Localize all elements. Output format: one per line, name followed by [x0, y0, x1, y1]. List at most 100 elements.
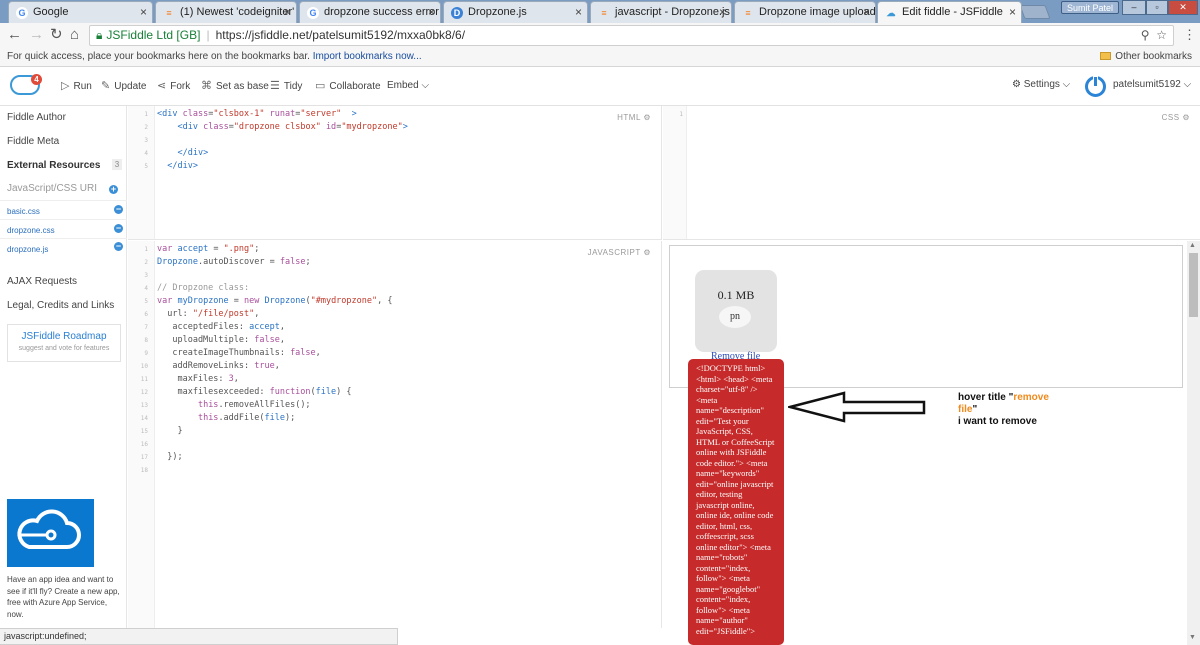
annotation-suffix: " — [972, 404, 978, 415]
scrollbar-thumb[interactable] — [1189, 253, 1198, 317]
set-as-base-button[interactable]: ⌘ Set as base — [201, 79, 269, 94]
code-line: var accept = ".png"; — [157, 244, 260, 254]
scroll-up-icon[interactable]: ▲ — [1189, 242, 1196, 249]
scroll-down-icon[interactable]: ▼ — [1189, 634, 1196, 641]
close-icon[interactable]: × — [140, 2, 147, 23]
run-button[interactable]: ▷ Run — [61, 79, 92, 94]
address-bar[interactable]: 🔒︎ JSFiddle Ltd [GB] | https://jsfiddle.net… — [89, 25, 1174, 46]
minimize-button[interactable]: – — [1122, 0, 1146, 15]
tidy-label: Tidy — [283, 81, 303, 92]
code-line: this.addFile(file); — [197, 413, 296, 423]
window-close-button[interactable]: ✕ — [1168, 0, 1198, 15]
tab-title: (1) Newest 'codeigniter' Q — [180, 6, 297, 18]
browser-tab-active[interactable]: ☁ Edit fiddle - JSFiddle × — [877, 1, 1022, 23]
embed-button[interactable]: Embed ⌵ — [387, 79, 429, 93]
close-icon[interactable]: × — [863, 2, 870, 23]
add-resource-icon[interactable]: + — [109, 185, 118, 194]
settings-button[interactable]: ⚙ Settings ⌵ — [1012, 79, 1070, 90]
embed-label: Embed — [387, 80, 419, 91]
close-icon[interactable]: × — [284, 2, 291, 23]
resource-count-badge: 3 — [112, 159, 122, 170]
gear-icon[interactable]: ⚙ — [643, 248, 651, 257]
close-icon[interactable]: × — [1009, 2, 1016, 23]
user-menu[interactable]: patelsumit5192 ⌵ — [1113, 79, 1191, 90]
browser-tab[interactable]: ≡ (1) Newest 'codeigniter' Q × — [155, 1, 297, 23]
js-panel-label[interactable]: JAVASCRIPT ⚙ — [588, 248, 651, 257]
profile-button[interactable]: Sumit Patel — [1061, 1, 1120, 14]
bookmark-star-icon[interactable]: ☆ — [1156, 28, 1167, 42]
remove-resource-icon[interactable]: − — [114, 205, 123, 214]
browser-tab[interactable]: ≡ javascript - Dropzone.js × — [590, 1, 732, 23]
line-gutter: 1 — [663, 106, 687, 239]
code-line: </div> — [167, 161, 198, 171]
gear-icon[interactable]: ⚙ — [643, 113, 651, 122]
javascript-panel[interactable]: 1 2 3 4 5 6 7 8 9 10 11 12 13 14 15 16 17 18 var accept =… — [128, 241, 662, 628]
close-icon[interactable]: × — [428, 2, 435, 23]
code-line: var myDropzone = new Dropzone("#mydropzo… — [157, 296, 393, 306]
url-text: https://jsfiddle.net/patelsumit5192/mxxa… — [215, 28, 466, 42]
maximize-button[interactable]: ▫ — [1146, 0, 1168, 15]
sidebar-item-ajax[interactable]: AJAX Requests — [7, 276, 77, 287]
separator: | — [206, 28, 210, 42]
update-button[interactable]: ✎ Update — [101, 79, 146, 94]
import-bookmarks-link[interactable]: Import bookmarks now... — [313, 51, 422, 62]
run-label: Run — [73, 81, 92, 92]
resource-link[interactable]: basic.css — [7, 207, 40, 216]
roadmap-box[interactable]: JSFiddle Roadmap suggest and vote for fe… — [7, 324, 121, 362]
tab-title: Dropzone image upload — [759, 6, 876, 18]
chat-icon: ▭ — [315, 80, 326, 92]
css-panel-label[interactable]: CSS ⚙ — [1162, 113, 1190, 122]
html-label: HTML — [617, 113, 641, 122]
file-size: 0.1 MB — [717, 288, 755, 302]
code-line: }); — [157, 452, 183, 462]
jsfiddle-icon: ☁ — [886, 8, 896, 18]
other-bookmarks[interactable]: Other bookmarks — [1100, 48, 1192, 65]
other-bookmarks-label: Other bookmarks — [1115, 51, 1192, 62]
omnibox-actions: ⚲ ☆ — [1141, 26, 1167, 45]
html-panel-label[interactable]: HTML ⚙ — [617, 113, 651, 122]
new-tab-button[interactable] — [1019, 5, 1051, 19]
dropzone-file-preview[interactable]: 0.1 MB pn — [695, 270, 777, 352]
back-icon[interactable]: ← — [7, 26, 22, 44]
sidebar: Fiddle Author Fiddle Meta External Resou… — [0, 106, 127, 628]
avatar[interactable] — [1085, 76, 1106, 97]
menu-icon[interactable]: ⋮ — [1183, 27, 1196, 43]
sidebar-item-external-resources[interactable]: External Resources — [7, 160, 100, 171]
sidebar-item-legal[interactable]: Legal, Credits and Links — [7, 300, 114, 311]
username-label: patelsumit5192 — [1113, 79, 1181, 90]
code-line: acceptedFiles: accept, — [157, 322, 285, 332]
collaborate-button[interactable]: ▭ Collaborate — [315, 79, 381, 94]
resource-uri-input[interactable]: JavaScript/CSS URI — [7, 183, 97, 194]
google-icon: G — [307, 7, 319, 19]
css-panel[interactable]: 1 CSS ⚙ — [663, 106, 1200, 240]
zoom-icon[interactable]: ⚲ — [1141, 28, 1150, 42]
ad-text[interactable]: Have an app idea and want to see if it'l… — [7, 574, 121, 620]
resource-link[interactable]: dropzone.css — [7, 226, 55, 235]
forward-icon[interactable]: → — [29, 26, 44, 44]
reload-icon[interactable]: ↻ — [50, 26, 63, 44]
remove-resource-icon[interactable]: − — [114, 242, 123, 251]
folder-icon — [1100, 52, 1112, 60]
remove-resource-icon[interactable]: − — [114, 224, 123, 233]
home-icon[interactable]: ⌂ — [70, 26, 79, 44]
html-panel[interactable]: 12345 <div class="clsbox-1" runat="serve… — [128, 106, 662, 240]
sidebar-item-fiddle-author[interactable]: Fiddle Author — [7, 112, 66, 123]
azure-cloud-icon[interactable] — [7, 499, 94, 567]
close-icon[interactable]: × — [575, 2, 582, 23]
fiddle-header: 4 ▷ Run ✎ Update ⋖ Fork ⌘ Set as base ☰ Tidy … — [0, 67, 1200, 106]
tab-title: dropzone success error m — [324, 6, 441, 18]
browser-tab[interactable]: G Google × — [8, 1, 153, 23]
code-line: Dropzone.autoDiscover = false; — [157, 257, 311, 267]
js-label: JAVASCRIPT — [587, 248, 641, 257]
resource-link[interactable]: dropzone.js — [7, 245, 48, 254]
tidy-button[interactable]: ☰ Tidy — [270, 79, 302, 94]
pencil-icon: ✎ — [101, 80, 111, 92]
sidebar-item-fiddle-meta[interactable]: Fiddle Meta — [7, 136, 59, 147]
close-icon[interactable]: × — [719, 2, 726, 23]
browser-tab[interactable]: G dropzone success error m × — [299, 1, 441, 23]
browser-tab[interactable]: ≡ Dropzone image upload × — [734, 1, 876, 23]
result-scrollbar[interactable]: ▲ ▼ — [1187, 241, 1200, 645]
fork-button[interactable]: ⋖ Fork — [157, 79, 190, 94]
gear-icon[interactable]: ⚙ — [1182, 113, 1190, 122]
browser-tab[interactable]: D Dropzone.js × — [443, 1, 588, 23]
